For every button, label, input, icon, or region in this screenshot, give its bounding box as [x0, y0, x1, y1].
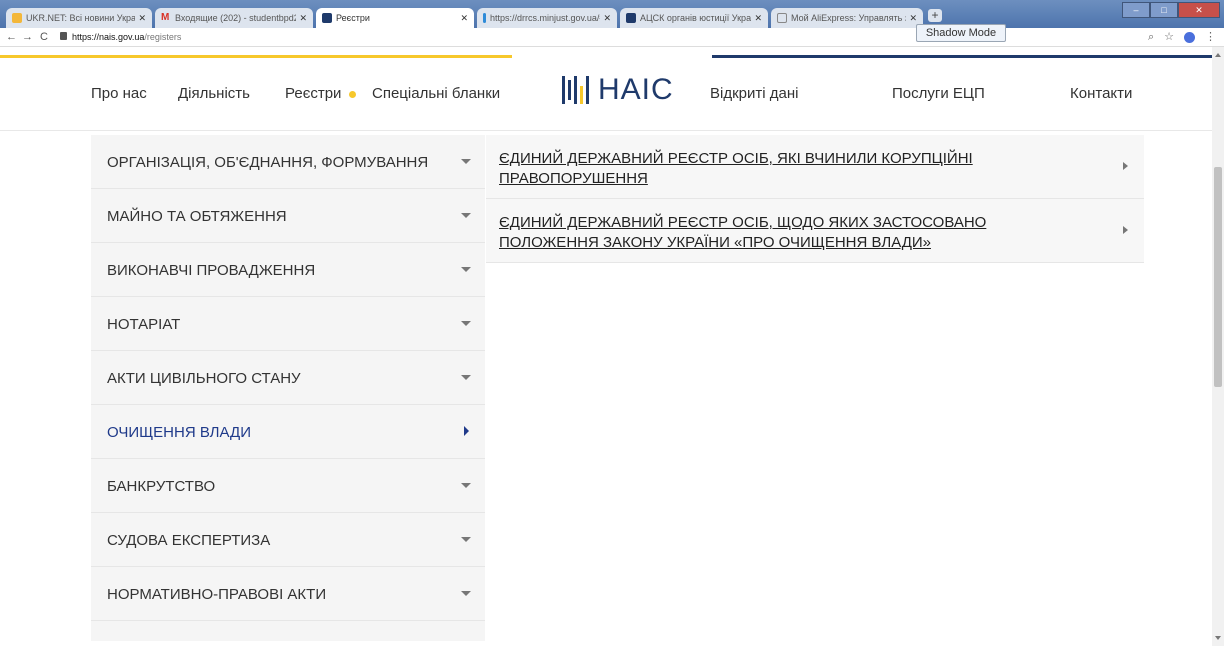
- zoom-icon[interactable]: ⌕: [1148, 28, 1154, 46]
- new-tab-button[interactable]: +: [928, 9, 942, 22]
- close-window-button[interactable]: ✕: [1178, 2, 1220, 18]
- category-organizations[interactable]: ОРГАНІЗАЦІЯ, ОБ'ЄДНАННЯ, ФОРМУВАННЯ: [91, 135, 485, 189]
- browser-tab[interactable]: M Входящие (202) - studentbpd20 ✕: [155, 8, 313, 28]
- nav-contacts[interactable]: Контакти: [1070, 85, 1132, 102]
- nav-special-forms[interactable]: Спеціальні бланки: [372, 85, 500, 102]
- category-enforcement[interactable]: ВИКОНАВЧІ ПРОВАДЖЕННЯ: [91, 243, 485, 297]
- registers-list: ЄДИНИЙ ДЕРЖАВНИЙ РЕЄСТР ОСІБ, ЯКІ ВЧИНИЛ…: [486, 135, 1144, 263]
- nav-registers[interactable]: Реєстри: [285, 85, 357, 102]
- category-forensic-expertise[interactable]: СУДОВА ЕКСПЕРТИЗА: [91, 513, 485, 567]
- scroll-up-icon[interactable]: [1215, 53, 1221, 57]
- browser-tab[interactable]: UKR.NET: Всі новини України, о✕: [6, 8, 152, 28]
- nav-digital-signature[interactable]: Послуги ЕЦП: [892, 85, 985, 102]
- favicon-icon: [12, 13, 22, 23]
- chevron-down-icon: [461, 537, 471, 542]
- favicon-icon: [483, 13, 486, 23]
- close-tab-icon[interactable]: ✕: [603, 13, 611, 24]
- browser-tab[interactable]: АЦСК органів юстиції України ✕: [620, 8, 768, 28]
- browser-tab[interactable]: https://drrcs.minjust.gov.ua/#re ✕: [477, 8, 617, 28]
- browser-tab[interactable]: Мой AliExpress: Управлять зака✕: [771, 8, 923, 28]
- nais-favicon-icon: [322, 13, 332, 23]
- favicon-icon: [626, 13, 636, 23]
- page-scrollbar[interactable]: [1212, 47, 1224, 646]
- scrollbar-thumb[interactable]: [1214, 167, 1222, 387]
- chevron-right-icon: [1123, 162, 1128, 170]
- browser-tab-active[interactable]: Реєстри ✕: [316, 8, 474, 28]
- registers-category-menu: ОРГАНІЗАЦІЯ, ОБ'ЄДНАННЯ, ФОРМУВАННЯ МАЙН…: [91, 135, 485, 641]
- chevron-right-icon: [464, 426, 469, 436]
- forward-button[interactable]: →: [22, 28, 33, 46]
- close-tab-icon[interactable]: ✕: [460, 13, 468, 24]
- register-link-corruption[interactable]: ЄДИНИЙ ДЕРЖАВНИЙ РЕЄСТР ОСІБ, ЯКІ ВЧИНИЛ…: [486, 135, 1144, 199]
- logo-mark-icon: [562, 76, 592, 104]
- nav-activity[interactable]: Діяльність: [178, 85, 250, 102]
- lock-icon: [60, 32, 67, 40]
- active-dot-icon: [349, 90, 357, 98]
- browser-tab-bar: UKR.NET: Всі новини України, о✕ M Входящ…: [0, 0, 1224, 28]
- chevron-down-icon: [461, 375, 471, 380]
- chevron-down-icon: [461, 591, 471, 596]
- chevron-down-icon: [461, 321, 471, 326]
- nais-logo[interactable]: НАІС: [562, 75, 674, 105]
- category-lustration[interactable]: ОЧИЩЕННЯ ВЛАДИ: [91, 405, 485, 459]
- nav-open-data[interactable]: Відкриті дані: [710, 85, 798, 102]
- category-legal-acts[interactable]: НОРМАТИВНО-ПРАВОВІ АКТИ: [91, 567, 485, 621]
- chevron-down-icon: [461, 483, 471, 488]
- page-icon: [777, 13, 787, 23]
- chevron-down-icon: [461, 267, 471, 272]
- star-icon[interactable]: ☆: [1164, 28, 1174, 46]
- category-partial[interactable]: [91, 621, 485, 641]
- reload-button[interactable]: C: [40, 28, 48, 46]
- profile-avatar[interactable]: [1184, 31, 1195, 43]
- chevron-down-icon: [461, 159, 471, 164]
- category-notary[interactable]: НОТАРІАТ: [91, 297, 485, 351]
- chevron-down-icon: [461, 213, 471, 218]
- close-tab-icon[interactable]: ✕: [299, 13, 307, 24]
- url-field[interactable]: https://nais.gov.ua/registers: [72, 28, 181, 46]
- close-tab-icon[interactable]: ✕: [754, 13, 762, 24]
- close-tab-icon[interactable]: ✕: [909, 13, 917, 24]
- category-bankruptcy[interactable]: БАНКРУТСТВО: [91, 459, 485, 513]
- nav-about[interactable]: Про нас: [91, 85, 147, 102]
- address-bar: ← → C https://nais.gov.ua/registers ⌕ ☆ …: [0, 28, 1224, 47]
- category-property[interactable]: МАЙНО ТА ОБТЯЖЕННЯ: [91, 189, 485, 243]
- minimize-button[interactable]: –: [1122, 2, 1150, 18]
- gmail-icon: M: [161, 12, 170, 23]
- window-controls: – □ ✕: [1122, 2, 1220, 18]
- close-tab-icon[interactable]: ✕: [138, 13, 146, 24]
- chevron-right-icon: [1123, 226, 1128, 234]
- category-civil-status[interactable]: АКТИ ЦИВІЛЬНОГО СТАНУ: [91, 351, 485, 405]
- scroll-down-icon[interactable]: [1215, 636, 1221, 640]
- shadow-mode-badge[interactable]: Shadow Mode: [916, 24, 1006, 42]
- back-button[interactable]: ←: [6, 28, 17, 46]
- maximize-button[interactable]: □: [1150, 2, 1178, 18]
- register-link-lustration[interactable]: ЄДИНИЙ ДЕРЖАВНИЙ РЕЄСТР ОСІБ, ЩОДО ЯКИХ …: [486, 199, 1144, 263]
- menu-icon[interactable]: ⋮: [1205, 28, 1216, 46]
- site-header: Про нас Діяльність Реєстри Спеціальні бл…: [0, 58, 1212, 131]
